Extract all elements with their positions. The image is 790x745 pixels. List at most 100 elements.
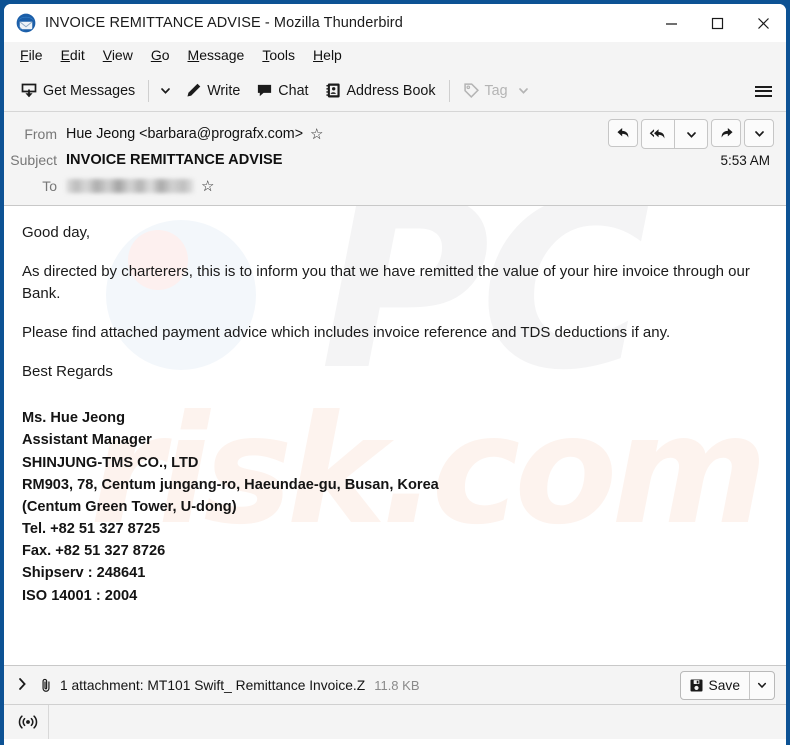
more-actions-button[interactable] bbox=[744, 119, 774, 147]
write-button[interactable]: Write bbox=[177, 77, 248, 104]
tag-button[interactable]: Tag bbox=[455, 77, 538, 104]
attachment-bar: 1 attachment: MT101 Swift_ Remittance In… bbox=[4, 665, 786, 704]
tag-label: Tag bbox=[484, 82, 508, 99]
hamburger-menu-icon bbox=[754, 90, 772, 92]
reply-all-button[interactable] bbox=[642, 120, 674, 148]
message-text: Good day, As directed by charterers, thi… bbox=[22, 222, 768, 607]
menu-help[interactable]: Help bbox=[304, 44, 351, 67]
reply-all-icon bbox=[649, 128, 665, 138]
reply-dropdown-button[interactable] bbox=[675, 120, 707, 148]
get-messages-label: Get Messages bbox=[43, 82, 136, 99]
main-toolbar: Get Messages Write Chat Address Book Tag bbox=[4, 70, 786, 112]
attachment-size: 11.8 KB bbox=[374, 677, 420, 693]
menu-edit[interactable]: Edit bbox=[52, 44, 94, 67]
address-book-label: Address Book bbox=[346, 82, 436, 99]
save-label: Save bbox=[708, 677, 740, 693]
subject-label: Subject bbox=[10, 152, 57, 168]
hamburger-menu-icon bbox=[754, 85, 772, 88]
reply-icon bbox=[616, 127, 628, 138]
from-label: From bbox=[24, 126, 57, 142]
signature-line: ISO 14001 : 2004 bbox=[22, 587, 138, 604]
star-icon[interactable]: ☆ bbox=[201, 179, 214, 194]
save-button[interactable]: Save bbox=[681, 672, 749, 699]
broadcast-signal-icon bbox=[18, 715, 38, 729]
body-paragraph-greeting: Good day, bbox=[22, 224, 91, 241]
get-messages-dropdown[interactable] bbox=[154, 78, 177, 103]
chevron-down-icon bbox=[686, 131, 696, 138]
menu-view[interactable]: View bbox=[94, 44, 142, 67]
to-label: To bbox=[42, 178, 57, 194]
subject-value: INVOICE REMITTANCE ADVISE bbox=[66, 152, 283, 168]
speech-bubble-icon bbox=[258, 84, 272, 97]
body-paragraph-1: As directed by charterers, this is to in… bbox=[22, 263, 750, 303]
download-inbox-icon bbox=[21, 83, 37, 97]
email-signature: Ms. Hue Jeong Assistant Manager SHINJUNG… bbox=[22, 407, 768, 607]
thunderbird-window: INVOICE REMITTANCE ADVISE - Mozilla Thun… bbox=[0, 0, 790, 745]
chat-button[interactable]: Chat bbox=[248, 77, 316, 104]
to-address-redacted bbox=[66, 179, 194, 193]
signature-line: Fax. +82 51 327 8726 bbox=[22, 543, 166, 560]
message-body: PC risk.com Good day, As directed by cha… bbox=[4, 206, 786, 665]
from-address[interactable]: Hue Jeong <barbara@prografx.com> bbox=[66, 126, 303, 142]
menu-go[interactable]: Go bbox=[142, 44, 179, 67]
status-divider bbox=[48, 705, 49, 739]
maximize-button[interactable] bbox=[694, 4, 740, 42]
hamburger-menu-icon bbox=[754, 94, 772, 97]
attachment-expand-button[interactable] bbox=[16, 677, 29, 694]
title-bar: INVOICE REMITTANCE ADVISE - Mozilla Thun… bbox=[4, 4, 786, 42]
address-book-button[interactable]: Address Book bbox=[317, 77, 444, 104]
subject-row: Subject INVOICE REMITTANCE ADVISE bbox=[4, 147, 786, 173]
window-controls bbox=[648, 4, 786, 42]
thunderbird-icon bbox=[16, 13, 36, 33]
menu-message[interactable]: Message bbox=[179, 44, 254, 67]
status-bar bbox=[4, 704, 786, 739]
message-header: From Hue Jeong <barbara@prografx.com> ☆ … bbox=[4, 112, 786, 206]
chevron-down-icon bbox=[754, 130, 764, 137]
signature-line: RM903, 78, Centum jungang-ro, Haeundae-g… bbox=[22, 476, 439, 493]
tag-icon bbox=[463, 83, 479, 98]
minimize-icon bbox=[665, 22, 677, 25]
paperclip-icon bbox=[42, 678, 50, 692]
signature-line: Shipserv : 248641 bbox=[22, 565, 146, 582]
attachment-name[interactable]: 1 attachment: MT101 Swift_ Remittance In… bbox=[60, 678, 365, 693]
message-time: 5:53 AM bbox=[720, 153, 770, 168]
signature-line: Assistant Manager bbox=[22, 432, 152, 449]
minimize-button[interactable] bbox=[648, 4, 694, 42]
signature-line: Ms. Hue Jeong bbox=[22, 410, 125, 427]
chat-label: Chat bbox=[278, 82, 309, 99]
chevron-down-icon bbox=[757, 682, 767, 689]
forward-icon bbox=[721, 127, 733, 138]
from-value-wrap: Hue Jeong <barbara@prografx.com> ☆ bbox=[66, 126, 324, 142]
address-book-icon bbox=[325, 83, 340, 98]
connection-status-button[interactable] bbox=[13, 713, 43, 731]
body-paragraph-2: Please find attached payment advice whic… bbox=[22, 324, 671, 342]
window-title: INVOICE REMITTANCE ADVISE - Mozilla Thun… bbox=[45, 15, 403, 31]
write-label: Write bbox=[207, 82, 241, 99]
save-dropdown-button[interactable] bbox=[749, 671, 774, 699]
floppy-disk-icon bbox=[690, 679, 703, 691]
forward-button[interactable] bbox=[711, 119, 741, 147]
reply-all-group bbox=[641, 119, 708, 149]
app-menu-button[interactable] bbox=[750, 79, 776, 103]
get-messages-button[interactable]: Get Messages bbox=[12, 77, 143, 105]
pencil-icon bbox=[187, 83, 201, 97]
close-icon bbox=[757, 17, 769, 29]
chevron-down-icon bbox=[518, 88, 528, 94]
chevron-down-icon bbox=[161, 88, 171, 94]
signature-line: Tel. +82 51 327 8725 bbox=[22, 521, 161, 538]
menu-file[interactable]: File bbox=[11, 44, 52, 67]
chevron-right-icon bbox=[19, 677, 26, 690]
message-action-buttons bbox=[608, 119, 774, 149]
body-paragraph-closing: Best Regards bbox=[22, 363, 113, 381]
signature-line: SHINJUNG-TMS CO., LTD bbox=[22, 454, 199, 471]
toolbar-divider bbox=[148, 79, 150, 102]
menu-tools[interactable]: Tools bbox=[253, 44, 304, 67]
to-value-wrap: ☆ bbox=[66, 179, 214, 194]
close-button[interactable] bbox=[740, 4, 786, 42]
signature-line: (Centum Green Tower, U-dong) bbox=[22, 498, 237, 515]
maximize-icon bbox=[711, 17, 723, 29]
reply-button[interactable] bbox=[608, 119, 638, 147]
to-row: To ☆ bbox=[4, 173, 786, 199]
menu-bar: File Edit View Go Message Tools Help bbox=[4, 42, 786, 70]
star-icon[interactable]: ☆ bbox=[310, 127, 323, 142]
